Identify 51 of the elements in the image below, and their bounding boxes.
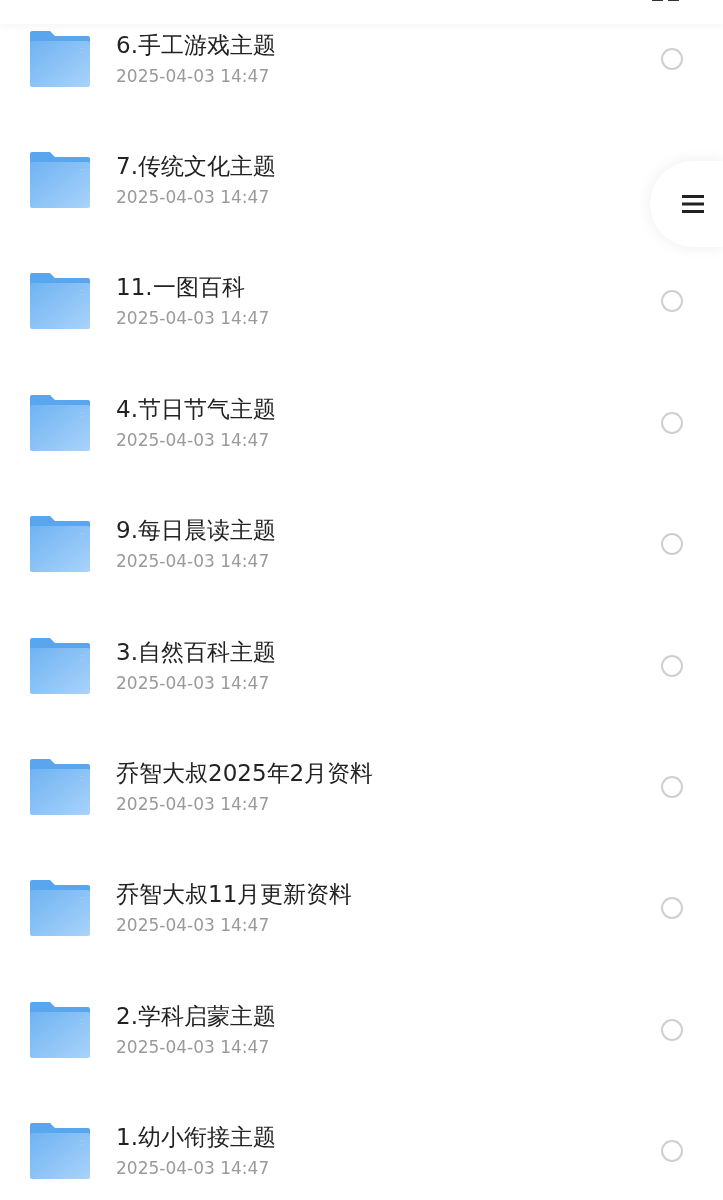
modified-date: 2025-04-03 14:47 [116,186,271,209]
modified-date: 2025-04-03 14:47 [116,914,271,937]
folder-icon [30,759,90,816]
folder-item[interactable]: 6.手工游戏主题 2025-04-03 14:47 [0,0,723,120]
folder-item[interactable]: 7.传统文化主题 2025-04-03 14:47 [0,119,723,241]
modified-date: 2025-04-03 14:47 [116,428,271,451]
folder-icon [30,637,90,694]
folder-icon [30,152,90,209]
folder-name: 2.学科启蒙主题 [116,1001,277,1030]
select-radio[interactable] [661,47,683,70]
folder-item[interactable]: 乔智大叔11月更新资料 2025-04-03 14:47 [0,847,723,970]
folder-name: 4.节日节气主题 [116,394,277,423]
folder-name: 9.每日晨读主题 [116,516,277,545]
folder-name: 6.手工游戏主题 [116,30,277,59]
folder-icon [30,394,90,451]
folder-item[interactable]: 9.每日晨读主题 2025-04-03 14:47 [0,483,723,605]
modified-date: 2025-04-03 14:47 [116,307,271,330]
modified-date: 2025-04-03 14:47 [116,793,271,816]
menu-button[interactable] [650,161,723,247]
select-radio[interactable] [661,654,683,677]
folder-icon [30,30,90,87]
select-radio[interactable] [661,897,683,920]
modified-date: 2025-04-03 14:47 [116,550,271,573]
folder-item[interactable]: 乔智大叔2025年2月资料 2025-04-03 14:47 [0,726,723,848]
modified-date: 2025-04-03 14:47 [116,1035,271,1058]
folder-name: 乔智大叔11月更新资料 [116,880,354,909]
folder-icon [30,880,90,937]
modified-date: 2025-04-03 14:47 [116,671,271,694]
select-radio[interactable] [661,776,683,799]
folder-name: 1.幼小衔接主题 [116,1123,277,1152]
select-radio[interactable] [661,1018,683,1041]
folder-item[interactable]: 1.幼小衔接主题 2025-04-03 14:47 [0,1090,723,1200]
folder-name: 11.一图百科 [116,273,246,302]
folder-name: 7.传统文化主题 [116,152,277,181]
folder-icon [30,1001,90,1058]
folder-icon [30,516,90,573]
select-radio[interactable] [661,1140,683,1163]
select-radio[interactable] [661,411,683,434]
folder-name: 乔智大叔2025年2月资料 [116,759,375,788]
select-radio[interactable] [661,290,683,313]
folder-item[interactable]: 3.自然百科主题 2025-04-03 14:47 [0,604,723,727]
modified-date: 2025-04-03 14:47 [116,64,271,87]
menu-icon [682,194,704,214]
folder-name: 3.自然百科主题 [116,637,277,666]
folder-item[interactable]: 4.节日节气主题 2025-04-03 14:47 [0,362,723,484]
folder-icon [30,273,90,330]
folder-icon [30,1123,90,1180]
select-radio[interactable] [661,533,683,556]
folder-item[interactable]: 11.一图百科 2025-04-03 14:47 [0,240,723,363]
modified-date: 2025-04-03 14:47 [116,1157,271,1180]
folder-item[interactable]: 2.学科启蒙主题 2025-04-03 14:47 [0,969,723,1091]
